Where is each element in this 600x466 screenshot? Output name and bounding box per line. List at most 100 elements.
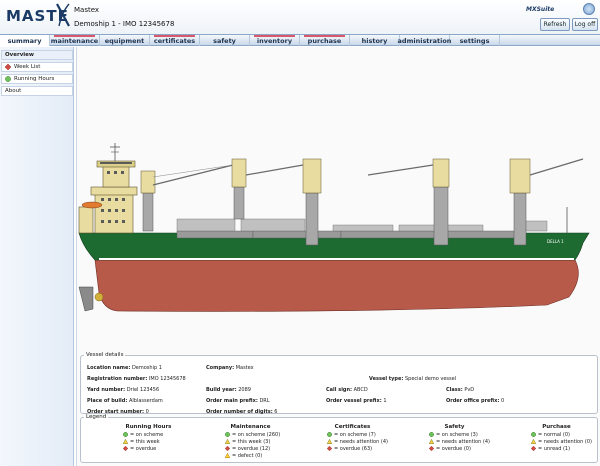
- class-value: PvD: [464, 387, 475, 393]
- place-of-build-label: Place of build:: [87, 398, 128, 404]
- legend-row: = on scheme (3): [429, 431, 502, 438]
- legend-row: = overdue: [123, 445, 196, 452]
- legend-row-text: = overdue (0): [436, 445, 471, 452]
- order-main-prefix-label: Order main prefix:: [206, 398, 258, 404]
- tab-label: inventory: [256, 36, 293, 45]
- tab-label: summary: [7, 36, 42, 45]
- status-green-circle-icon: [429, 432, 434, 437]
- tab-label: certificates: [153, 36, 196, 45]
- legend-column: Running Hours = on scheme = this week = ove…: [101, 424, 196, 452]
- legend-row: = unread (1): [531, 445, 600, 452]
- legend-title: Legend: [86, 414, 107, 420]
- tab-label: equipment: [104, 36, 145, 45]
- main-content: DELLA 1 Vessel details Location name: De…: [76, 47, 600, 466]
- legend-row-text: = overdue (63): [334, 445, 373, 452]
- order-main-prefix-value: DRL: [259, 398, 270, 404]
- legend-column-title: Purchase: [542, 424, 571, 430]
- tab-settings[interactable]: settings: [450, 35, 500, 46]
- status-yellow-triangle-icon: [225, 439, 230, 444]
- order-office-prefix-value: 0: [500, 398, 505, 404]
- main-navigation: summary maintenance equipment certificates s…: [0, 34, 600, 46]
- status-red-diamond-icon: [225, 446, 230, 451]
- yard-number-label: Yard number:: [87, 387, 126, 393]
- status-yellow-triangle-icon: [123, 439, 128, 444]
- tab-alert-flag: [254, 35, 295, 37]
- sidebar: Overview Week List Running Hours About: [0, 47, 74, 466]
- app-name: Mastex: [74, 6, 100, 14]
- status-red-diamond-icon: [123, 446, 128, 451]
- ship-name-on-hull: DELLA 1: [547, 239, 564, 244]
- sidebar-item-running-hours[interactable]: Running Hours: [1, 74, 73, 84]
- legend-column-title: Maintenance: [230, 424, 271, 430]
- legend-column: Maintenance = on scheme (260) = this week …: [203, 424, 298, 459]
- status-red-diamond-icon: [327, 446, 332, 451]
- yard-number-value: Driel 123456: [126, 387, 160, 393]
- order-vessel-prefix-label: Order vessel prefix:: [326, 398, 382, 404]
- sidebar-item-label: Week List: [14, 64, 41, 70]
- tab-safety[interactable]: safety: [200, 35, 250, 46]
- week-list-icon: [5, 64, 11, 70]
- app-header: MASTE Mastex Demoship 1 - IMO 12345678 M…: [0, 0, 600, 34]
- order-office-prefix-label: Order office prefix:: [446, 398, 500, 404]
- tab-summary[interactable]: summary: [0, 35, 50, 46]
- tab-alert-flag: [154, 35, 195, 37]
- tab-inventory[interactable]: inventory: [250, 35, 300, 46]
- build-year-value: 2089: [238, 387, 251, 393]
- location-name-label: Location name:: [87, 365, 131, 371]
- vessel-type-value: Special demo vessel: [405, 376, 457, 382]
- tab-purchase[interactable]: purchase: [300, 35, 350, 46]
- status-green-circle-icon: [123, 432, 128, 437]
- tab-label: maintenance: [50, 36, 99, 45]
- tab-administration[interactable]: administration: [397, 35, 452, 46]
- legend-column-title: Certificates: [334, 424, 371, 430]
- vessel-details-panel: Vessel details Location name: Demoship 1…: [80, 352, 598, 415]
- tab-history[interactable]: history: [350, 35, 400, 46]
- status-yellow-triangle-icon: [429, 439, 434, 444]
- legend-row-text: = needs attention (4): [334, 438, 388, 445]
- legend-row: = normal (0): [531, 431, 600, 438]
- sidebar-item-week-list[interactable]: Week List: [1, 62, 73, 72]
- legend-row: = on scheme (7): [327, 431, 400, 438]
- legend-panel: Legend Running Hours = on scheme = this we…: [80, 414, 598, 463]
- status-yellow-triangle-icon: [531, 439, 536, 444]
- status-red-diamond-icon: [429, 446, 434, 451]
- legend-column: Certificates = on scheme (7) = needs atten…: [305, 424, 400, 452]
- registration-value: IMO 12345678: [148, 376, 186, 382]
- tab-certificates[interactable]: certificates: [150, 35, 200, 46]
- legend-column: Safety = on scheme (3) = needs attention (…: [407, 424, 502, 452]
- tab-equipment[interactable]: equipment: [100, 35, 150, 46]
- fullscreen-icon[interactable]: [583, 3, 595, 15]
- legend-row-text: = on scheme: [130, 431, 164, 438]
- status-red-diamond-icon: [531, 446, 536, 451]
- tab-label: administration: [397, 36, 452, 45]
- class-label: Class:: [446, 387, 463, 393]
- tab-label: safety: [213, 36, 236, 45]
- tab-alert-flag: [304, 35, 345, 37]
- legend-row-text: = on scheme (260): [232, 431, 281, 438]
- refresh-button[interactable]: Refresh: [540, 18, 570, 31]
- legend-row: = this week (3): [225, 438, 298, 445]
- sidebar-item-about[interactable]: About: [1, 86, 73, 96]
- place-of-build-value: Alblasserdam: [128, 398, 163, 404]
- legend-row-text: = unread (1): [538, 445, 571, 452]
- tab-label: settings: [459, 36, 490, 45]
- defect-warning-icon: [225, 453, 230, 458]
- legend-row: = on scheme: [123, 431, 196, 438]
- order-vessel-prefix-value: 1: [383, 398, 387, 404]
- legend-row: = needs attention (4): [327, 438, 400, 445]
- tab-label: purchase: [307, 36, 342, 45]
- mxsuite-logo: MXSuite: [526, 6, 555, 13]
- vessel-type-label: Vessel type:: [369, 376, 404, 382]
- sidebar-overview-header[interactable]: Overview: [1, 50, 73, 60]
- legend-row-text: = on scheme (3): [436, 431, 478, 438]
- legend-row-text: = overdue (12): [232, 445, 271, 452]
- legend-row: = defect (0): [225, 452, 298, 459]
- legend-row-text: = needs attention (4): [436, 438, 490, 445]
- tab-maintenance[interactable]: maintenance: [50, 35, 100, 46]
- status-green-circle-icon: [327, 432, 332, 437]
- legend-column: Purchase = normal (0) = needs attention (0…: [509, 424, 600, 452]
- legend-row-text: = needs attention (0): [538, 438, 592, 445]
- legend-row-text: = overdue: [130, 445, 157, 452]
- logoff-button[interactable]: Log off: [572, 18, 598, 31]
- tab-alert-flag: [54, 35, 95, 37]
